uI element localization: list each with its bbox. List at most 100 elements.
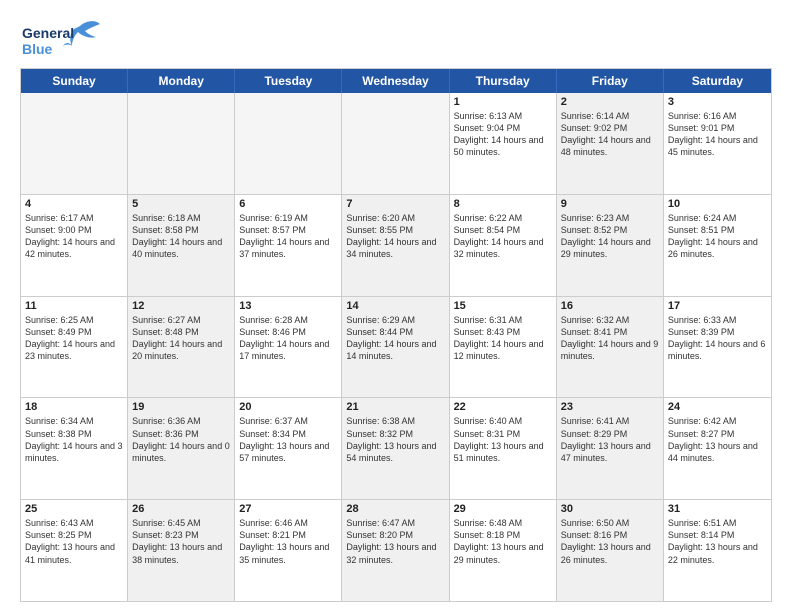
day-cell-1: 1 Sunrise: 6:13 AM Sunset: 9:04 PM Daylig… — [450, 93, 557, 194]
day-number: 18 — [25, 401, 123, 413]
day-number: 17 — [668, 300, 767, 312]
day-number: 11 — [25, 300, 123, 312]
logo-icon: General Blue — [20, 16, 110, 60]
day-number: 21 — [346, 401, 444, 413]
day-number: 25 — [25, 503, 123, 515]
day-info: Sunrise: 6:40 AM Sunset: 8:31 PM Dayligh… — [454, 415, 552, 464]
calendar: SundayMondayTuesdayWednesdayThursdayFrid… — [20, 68, 772, 602]
day-cell-26: 26 Sunrise: 6:45 AM Sunset: 8:23 PM Dayli… — [128, 500, 235, 601]
day-number: 16 — [561, 300, 659, 312]
day-header-monday: Monday — [128, 69, 235, 93]
day-header-thursday: Thursday — [450, 69, 557, 93]
day-number: 29 — [454, 503, 552, 515]
day-number: 19 — [132, 401, 230, 413]
day-number: 10 — [668, 198, 767, 210]
calendar-header: SundayMondayTuesdayWednesdayThursdayFrid… — [21, 69, 771, 93]
day-number: 14 — [346, 300, 444, 312]
day-cell-15: 15 Sunrise: 6:31 AM Sunset: 8:43 PM Dayli… — [450, 297, 557, 398]
day-cell-14: 14 Sunrise: 6:29 AM Sunset: 8:44 PM Dayli… — [342, 297, 449, 398]
day-info: Sunrise: 6:47 AM Sunset: 8:20 PM Dayligh… — [346, 517, 444, 566]
empty-cell-0-3 — [342, 93, 449, 194]
day-info: Sunrise: 6:14 AM Sunset: 9:02 PM Dayligh… — [561, 110, 659, 159]
day-cell-24: 24 Sunrise: 6:42 AM Sunset: 8:27 PM Dayli… — [664, 398, 771, 499]
calendar-row-2: 11Sunrise: 6:25 AM Sunset: 8:49 PM Dayli… — [21, 296, 771, 398]
day-info: Sunrise: 6:24 AM Sunset: 8:51 PM Dayligh… — [668, 212, 767, 261]
svg-text:Blue: Blue — [22, 41, 53, 57]
day-number: 9 — [561, 198, 659, 210]
day-cell-28: 28 Sunrise: 6:47 AM Sunset: 8:20 PM Dayli… — [342, 500, 449, 601]
day-number: 24 — [668, 401, 767, 413]
day-cell-27: 27Sunrise: 6:46 AM Sunset: 8:21 PM Dayli… — [235, 500, 342, 601]
day-number: 4 — [25, 198, 123, 210]
day-header-tuesday: Tuesday — [235, 69, 342, 93]
day-info: Sunrise: 6:31 AM Sunset: 8:43 PM Dayligh… — [454, 314, 552, 363]
day-number: 30 — [561, 503, 659, 515]
day-number: 22 — [454, 401, 552, 413]
day-cell-21: 21Sunrise: 6:38 AM Sunset: 8:32 PM Dayli… — [342, 398, 449, 499]
day-cell-11: 11Sunrise: 6:25 AM Sunset: 8:49 PM Dayli… — [21, 297, 128, 398]
day-number: 15 — [454, 300, 552, 312]
day-number: 23 — [561, 401, 659, 413]
calendar-row-4: 25Sunrise: 6:43 AM Sunset: 8:25 PM Dayli… — [21, 499, 771, 601]
day-header-saturday: Saturday — [664, 69, 771, 93]
empty-cell-0-1 — [128, 93, 235, 194]
day-cell-4: 4Sunrise: 6:17 AM Sunset: 9:00 PM Daylig… — [21, 195, 128, 296]
day-info: Sunrise: 6:22 AM Sunset: 8:54 PM Dayligh… — [454, 212, 552, 261]
calendar-row-0: 1 Sunrise: 6:13 AM Sunset: 9:04 PM Daylig… — [21, 93, 771, 194]
day-number: 6 — [239, 198, 337, 210]
day-info: Sunrise: 6:20 AM Sunset: 8:55 PM Dayligh… — [346, 212, 444, 261]
day-info: Sunrise: 6:33 AM Sunset: 8:39 PM Dayligh… — [668, 314, 767, 363]
day-cell-23: 23 Sunrise: 6:41 AM Sunset: 8:29 PM Dayli… — [557, 398, 664, 499]
day-number: 2 — [561, 96, 659, 108]
day-info: Sunrise: 6:41 AM Sunset: 8:29 PM Dayligh… — [561, 415, 659, 464]
day-cell-16: 16Sunrise: 6:32 AM Sunset: 8:41 PM Dayli… — [557, 297, 664, 398]
day-header-wednesday: Wednesday — [342, 69, 449, 93]
day-cell-5: 5 Sunrise: 6:18 AM Sunset: 8:58 PM Daylig… — [128, 195, 235, 296]
day-number: 27 — [239, 503, 337, 515]
day-cell-12: 12Sunrise: 6:27 AM Sunset: 8:48 PM Dayli… — [128, 297, 235, 398]
calendar-row-1: 4Sunrise: 6:17 AM Sunset: 9:00 PM Daylig… — [21, 194, 771, 296]
day-number: 5 — [132, 198, 230, 210]
day-cell-9: 9Sunrise: 6:23 AM Sunset: 8:52 PM Daylig… — [557, 195, 664, 296]
day-number: 3 — [668, 96, 767, 108]
day-cell-31: 31 Sunrise: 6:51 AM Sunset: 8:14 PM Dayli… — [664, 500, 771, 601]
day-cell-19: 19Sunrise: 6:36 AM Sunset: 8:36 PM Dayli… — [128, 398, 235, 499]
day-cell-29: 29 Sunrise: 6:48 AM Sunset: 8:18 PM Dayli… — [450, 500, 557, 601]
day-info: Sunrise: 6:28 AM Sunset: 8:46 PM Dayligh… — [239, 314, 337, 363]
day-info: Sunrise: 6:48 AM Sunset: 8:18 PM Dayligh… — [454, 517, 552, 566]
day-info: Sunrise: 6:16 AM Sunset: 9:01 PM Dayligh… — [668, 110, 767, 159]
day-cell-20: 20Sunrise: 6:37 AM Sunset: 8:34 PM Dayli… — [235, 398, 342, 499]
day-info: Sunrise: 6:34 AM Sunset: 8:38 PM Dayligh… — [25, 415, 123, 464]
calendar-row-3: 18 Sunrise: 6:34 AM Sunset: 8:38 PM Dayli… — [21, 397, 771, 499]
day-number: 1 — [454, 96, 552, 108]
day-info: Sunrise: 6:50 AM Sunset: 8:16 PM Dayligh… — [561, 517, 659, 566]
day-cell-13: 13Sunrise: 6:28 AM Sunset: 8:46 PM Dayli… — [235, 297, 342, 398]
day-cell-10: 10 Sunrise: 6:24 AM Sunset: 8:51 PM Dayli… — [664, 195, 771, 296]
day-cell-6: 6 Sunrise: 6:19 AM Sunset: 8:57 PM Daylig… — [235, 195, 342, 296]
day-info: Sunrise: 6:51 AM Sunset: 8:14 PM Dayligh… — [668, 517, 767, 566]
day-number: 28 — [346, 503, 444, 515]
day-cell-25: 25Sunrise: 6:43 AM Sunset: 8:25 PM Dayli… — [21, 500, 128, 601]
day-cell-22: 22 Sunrise: 6:40 AM Sunset: 8:31 PM Dayli… — [450, 398, 557, 499]
day-cell-2: 2 Sunrise: 6:14 AM Sunset: 9:02 PM Daylig… — [557, 93, 664, 194]
day-cell-17: 17 Sunrise: 6:33 AM Sunset: 8:39 PM Dayli… — [664, 297, 771, 398]
empty-cell-0-2 — [235, 93, 342, 194]
day-info: Sunrise: 6:45 AM Sunset: 8:23 PM Dayligh… — [132, 517, 230, 566]
day-info: Sunrise: 6:18 AM Sunset: 8:58 PM Dayligh… — [132, 212, 230, 261]
day-info: Sunrise: 6:13 AM Sunset: 9:04 PM Dayligh… — [454, 110, 552, 159]
day-cell-30: 30 Sunrise: 6:50 AM Sunset: 8:16 PM Dayli… — [557, 500, 664, 601]
svg-text:General: General — [22, 25, 74, 41]
day-number: 8 — [454, 198, 552, 210]
day-number: 7 — [346, 198, 444, 210]
day-number: 31 — [668, 503, 767, 515]
day-cell-7: 7 Sunrise: 6:20 AM Sunset: 8:55 PM Daylig… — [342, 195, 449, 296]
empty-cell-0-0 — [21, 93, 128, 194]
day-info: Sunrise: 6:19 AM Sunset: 8:57 PM Dayligh… — [239, 212, 337, 261]
day-info: Sunrise: 6:29 AM Sunset: 8:44 PM Dayligh… — [346, 314, 444, 363]
day-number: 12 — [132, 300, 230, 312]
logo: General Blue — [20, 16, 110, 60]
day-number: 26 — [132, 503, 230, 515]
day-info: Sunrise: 6:37 AM Sunset: 8:34 PM Dayligh… — [239, 415, 337, 464]
day-info: Sunrise: 6:42 AM Sunset: 8:27 PM Dayligh… — [668, 415, 767, 464]
day-header-sunday: Sunday — [21, 69, 128, 93]
